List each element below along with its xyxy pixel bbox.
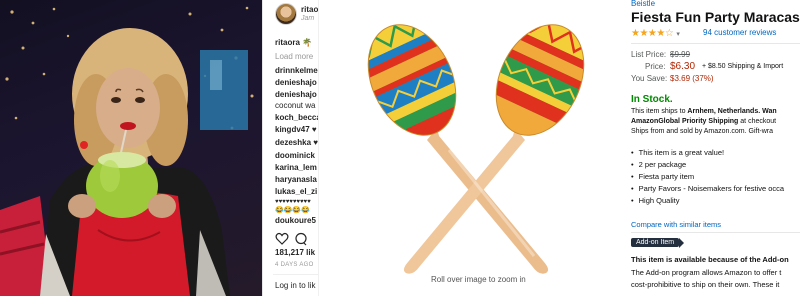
global-shipping-text: at checkout	[738, 118, 777, 125]
post-location[interactable]: Jam	[301, 15, 314, 22]
sold-by-line: Ships from and sold by Amazon.com. Gift-…	[631, 128, 773, 135]
comment-username[interactable]: doominick	[275, 151, 315, 160]
reviews-link[interactable]: 94 customer reviews	[703, 28, 776, 37]
comment-username[interactable]: koch_becca	[275, 113, 319, 122]
post-header: ritaora Jam	[275, 3, 319, 27]
caption: ritaora 🌴	[275, 38, 312, 47]
feature-bullets: This item is a great value! 2 per packag…	[631, 147, 784, 207]
instagram-photo[interactable]	[0, 0, 262, 296]
price-value: $6.30	[670, 61, 696, 72]
product-details: Beistle Fiesta Fun Party Maracas (2/ ★★★…	[625, 0, 800, 296]
comment-row: kingdv47 ♥	[275, 125, 317, 134]
comment-row: koch_becca	[275, 113, 319, 122]
comment-row: karina_lem	[275, 163, 317, 172]
comment-row: ♥♥♥♥♥♥♥♥♥♥	[275, 199, 311, 205]
comment-username[interactable]: haryanasla	[275, 175, 317, 184]
ships-to-text: This item ships to	[631, 108, 688, 115]
star-icons: ★★★★☆	[631, 28, 674, 39]
palm-tree-icon: 🌴	[302, 38, 313, 47]
global-priority-shipping[interactable]: AmazonGlobal Priority Shipping	[631, 118, 738, 125]
list-price-value: $9.99	[670, 50, 691, 59]
comment-text: ♥	[311, 125, 317, 134]
divider	[273, 274, 319, 275]
avatar[interactable]	[275, 3, 297, 25]
global-shipping-line: AmazonGlobal Priority Shipping at checko…	[631, 118, 776, 125]
comment-row: 😂😂😂😂	[275, 206, 310, 214]
action-icons	[275, 232, 315, 246]
chevron-down-icon[interactable]: ▾	[676, 31, 680, 38]
comment-icon[interactable]	[295, 232, 307, 246]
addon-description: cost-prohibitive to ship on their own. T…	[631, 280, 780, 289]
addon-description: The Add-on program allows Amazon to offe…	[631, 268, 782, 277]
post-username[interactable]: ritaora	[301, 5, 319, 14]
feature-bullet: Party Favors - Noisemakers for festive o…	[631, 183, 784, 195]
compare-link[interactable]: Compare with similar items	[631, 220, 721, 229]
load-more-link[interactable]: Load more	[275, 52, 313, 61]
comment-row: haryanasla	[275, 175, 317, 184]
photo-illustration	[0, 6, 254, 296]
list-price-label: List Price:	[631, 50, 667, 59]
post-time: 4 DAYS AGO	[275, 262, 314, 268]
comment-username[interactable]: denieshajo	[275, 90, 317, 99]
comment-username[interactable]: drinnkelme	[275, 66, 318, 75]
comment-row: denieshajo	[275, 78, 317, 87]
addon-heading: This item is available because of the Ad…	[631, 255, 789, 264]
maraca-left	[351, 10, 473, 150]
feature-bullet: This item is a great value!	[631, 147, 784, 159]
likes-count[interactable]: 181,217 lik	[275, 248, 315, 257]
addon-badge: Add-on Item	[631, 238, 685, 248]
comment-row: doominick	[275, 151, 315, 160]
price-label: Price:	[645, 62, 666, 71]
instagram-comments-panel: ritaora Jam ritaora 🌴 Load more drinnkel…	[262, 0, 319, 296]
comment-row: coconut wa	[275, 101, 315, 110]
maracas-illustration	[351, 10, 601, 274]
maraca-handle	[403, 128, 549, 274]
comment-row: lukas_el_zi	[275, 187, 317, 196]
zoom-hint: Roll over image to zoom in	[431, 275, 526, 284]
save-label: You Save:	[631, 74, 668, 83]
comment-row: drinnkelme	[275, 66, 318, 75]
save-value: $3.69 (37%)	[670, 74, 714, 83]
shipping-info[interactable]: + $8.50 Shipping & Import	[702, 63, 783, 70]
comment-row: dezeshka ♥	[275, 138, 318, 147]
ships-to-location[interactable]: Arnhem, Netherlands. Wan	[687, 108, 776, 115]
stock-status: In Stock.	[631, 94, 673, 105]
star-rating[interactable]: ★★★★☆ ▾	[631, 28, 680, 39]
feature-bullet: Fiesta party item	[631, 171, 784, 183]
product-title: Fiesta Fun Party Maracas (2/	[631, 9, 800, 25]
brand-link[interactable]: Beistle	[631, 0, 655, 8]
comment-row: doukoure5	[275, 216, 316, 225]
comment-username[interactable]: lukas_el_zi	[275, 187, 317, 196]
feature-bullet: High Quality	[631, 195, 784, 207]
login-prompt[interactable]: Log in to lik	[275, 281, 315, 290]
ships-to-line: This item ships to Arnhem, Netherlands. …	[631, 108, 777, 115]
heart-icon[interactable]	[275, 232, 289, 245]
comment-row: denieshajo	[275, 90, 317, 99]
comment-username[interactable]: doukoure5	[275, 216, 316, 225]
caption-username[interactable]: ritaora	[275, 38, 300, 47]
feature-bullet: 2 per package	[631, 159, 784, 171]
product-image[interactable]	[319, 0, 619, 296]
comment-username[interactable]: kingdv47	[275, 125, 310, 134]
divider	[631, 232, 800, 233]
comment-text: ♥♥♥♥♥♥♥♥♥♥	[275, 199, 311, 205]
divider	[631, 43, 800, 44]
comment-username[interactable]: karina_lem	[275, 163, 317, 172]
comment-username[interactable]: dezeshka	[275, 138, 311, 147]
comment-username[interactable]: denieshajo	[275, 78, 317, 87]
comment-text: coconut wa	[275, 101, 316, 110]
comment-text: 😂😂😂😂	[275, 207, 310, 214]
